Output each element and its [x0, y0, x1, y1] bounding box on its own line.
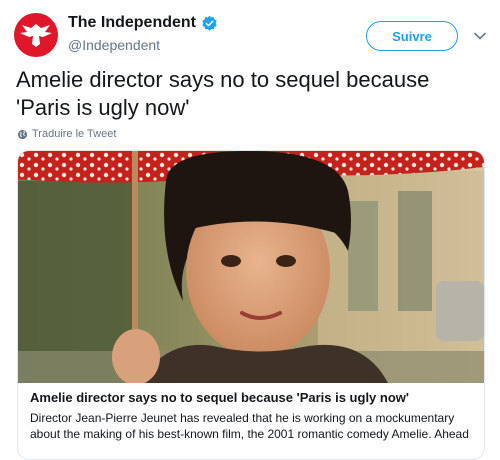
- tweet-text-line-1: Amelie director says no to sequel becaus…: [16, 67, 430, 92]
- avatar[interactable]: [14, 13, 58, 57]
- account-name-row: The Independent: [68, 14, 218, 32]
- translate-label: Traduire le Tweet: [32, 128, 117, 140]
- chevron-down-icon[interactable]: [473, 29, 487, 43]
- link-card[interactable]: Amelie director says no to sequel becaus…: [17, 150, 485, 460]
- card-description: Director Jean-Pierre Jeunet has revealed…: [30, 410, 474, 442]
- globe-icon: [17, 129, 28, 139]
- card-description-line-2: about the making of his best-known film,…: [30, 427, 469, 441]
- card-title[interactable]: Amelie director says no to sequel becaus…: [30, 390, 474, 406]
- card-image: [18, 151, 484, 383]
- tweet-text-line-2: 'Paris is ugly now': [16, 95, 190, 120]
- verified-badge-icon: [202, 15, 217, 31]
- tweet-header: The Independent @Independent Suivre: [0, 0, 500, 64]
- card-text: Amelie director says no to sequel becaus…: [30, 390, 474, 442]
- translate-tweet-link[interactable]: Traduire le Tweet: [17, 128, 116, 140]
- tweet-text: Amelie director says no to sequel becaus…: [16, 66, 486, 122]
- account-handle[interactable]: @Independent: [68, 37, 160, 53]
- display-name[interactable]: The Independent: [68, 14, 196, 32]
- eagle-logo-icon: [20, 24, 52, 47]
- follow-button[interactable]: Suivre: [366, 21, 458, 51]
- card-description-line-1: Director Jean-Pierre Jeunet has revealed…: [30, 411, 455, 425]
